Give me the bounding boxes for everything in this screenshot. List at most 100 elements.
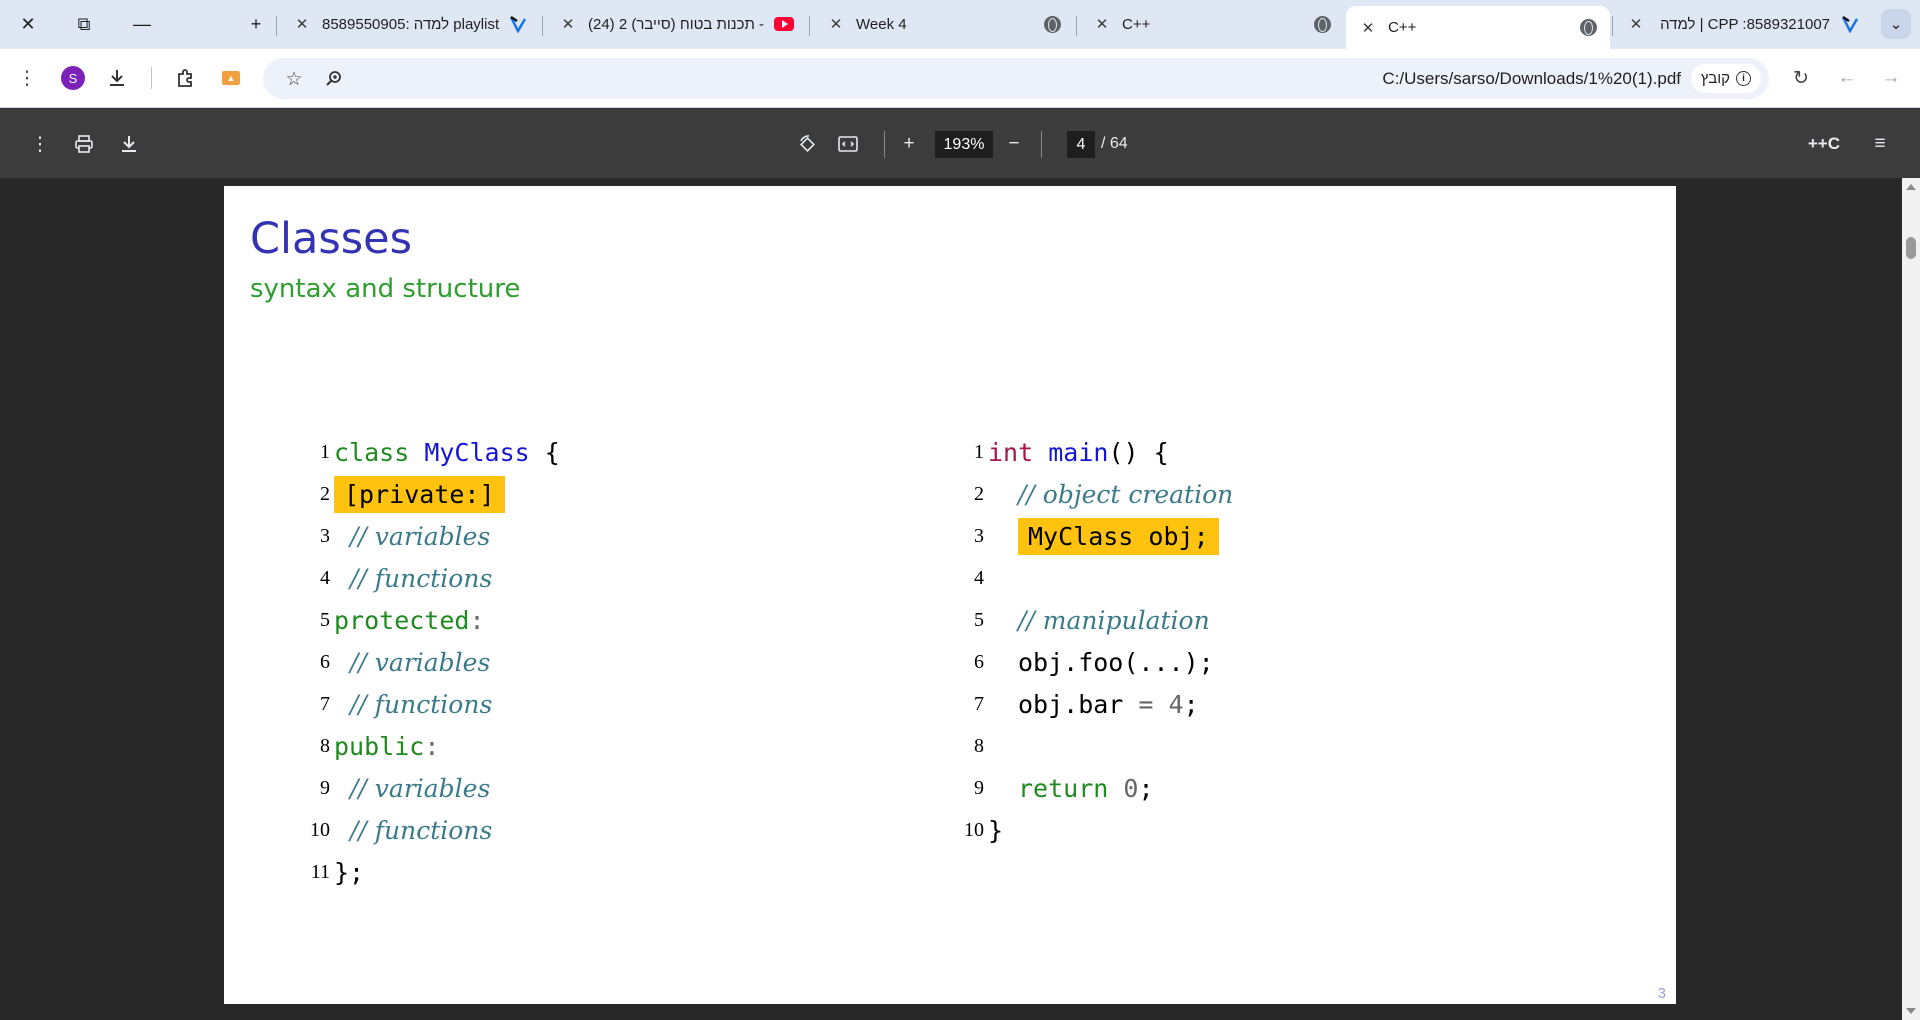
scroll-up-icon[interactable]: [1906, 184, 1916, 190]
code-comment: // functions: [350, 563, 493, 593]
pdf-toolbar: ⋮ + 193% − 4 / 64 ++C ≡: [0, 109, 1920, 178]
tab-separator: [276, 16, 277, 36]
vertical-scrollbar[interactable]: [1902, 178, 1920, 1020]
site-info-chip[interactable]: קובץ i: [1690, 64, 1761, 93]
close-icon[interactable]: ✕: [826, 15, 846, 33]
close-icon[interactable]: ✕: [1358, 19, 1378, 37]
line-number: 6: [974, 650, 984, 673]
keyword: public: [334, 731, 425, 761]
line-number: 7: [974, 692, 984, 715]
highlight-object-creation: MyClass obj;: [1018, 517, 1219, 555]
close-icon[interactable]: ✕: [1092, 15, 1112, 33]
line-number: 10: [310, 818, 330, 841]
line-number: 5: [974, 608, 984, 631]
line-number: 9: [320, 776, 330, 799]
line-number: 4: [974, 566, 984, 589]
plus-icon: +: [903, 133, 915, 154]
tab-separator: [809, 16, 810, 36]
code-block-main: 1 int main() { 2 // object creation 3 My…: [944, 432, 1504, 845]
globe-icon: [1578, 18, 1598, 38]
downloads-button[interactable]: [100, 61, 134, 95]
fit-page-button[interactable]: [830, 126, 866, 162]
code-block-class: 1 class MyClass { 2 [private:] 3 // vari…: [290, 432, 790, 887]
slide-page-number: 3: [1657, 985, 1666, 1002]
zoom-lens-button[interactable]: [317, 62, 351, 96]
code-token: obj.bar: [1018, 689, 1124, 719]
extension-icon: ▲: [222, 71, 240, 85]
line-number: 10: [964, 818, 984, 841]
pdf-download-button[interactable]: [111, 126, 147, 162]
line-number: 9: [974, 776, 984, 799]
tab-cpp[interactable]: ✕ C++: [1080, 6, 1344, 42]
toolbar-divider: [151, 67, 152, 89]
fit-icon: [838, 136, 858, 152]
zoom-level-input[interactable]: 193%: [935, 131, 993, 158]
tab-learn-playlist[interactable]: ✕ למדה :8589550905 playlist: [280, 6, 540, 42]
pdf-toolbar-divider: [1041, 131, 1042, 158]
tab-title: למדה :8589550905 playlist: [322, 15, 500, 33]
close-window-button[interactable]: ✕: [6, 6, 50, 42]
line-number: 5: [320, 608, 330, 631]
keyword: class: [334, 437, 410, 467]
code-token: =: [1123, 689, 1169, 719]
extensions-button[interactable]: [168, 61, 202, 95]
close-icon[interactable]: ✕: [292, 15, 312, 33]
back-button[interactable]: ←: [1830, 61, 1864, 95]
tab-week4[interactable]: ✕ Week 4: [814, 6, 1074, 42]
line-number: 3: [320, 524, 330, 547]
code-token: :: [469, 605, 485, 635]
scrollbar-thumb[interactable]: [1906, 237, 1916, 259]
code-token: ;: [1138, 773, 1154, 803]
forward-button[interactable]: →: [1874, 61, 1908, 95]
info-icon: i: [1736, 71, 1751, 86]
new-tab-button[interactable]: +: [234, 6, 278, 42]
kebab-icon: ⋮: [17, 67, 37, 89]
profile-button[interactable]: S: [56, 61, 90, 95]
more-options-button[interactable]: ⋮: [10, 61, 44, 95]
code-token: obj.foo(...);: [1018, 647, 1214, 677]
reload-button[interactable]: ↻: [1784, 61, 1818, 95]
line-number: 2: [320, 482, 330, 505]
tab-learn-cpp[interactable]: ✕ למדה | CPP :8589321007: [1614, 6, 1872, 42]
extension-button[interactable]: ▲: [214, 61, 248, 95]
line-number: 1: [320, 440, 330, 463]
globe-icon: [1042, 14, 1062, 34]
avatar: S: [61, 66, 85, 90]
code-comment: // variables: [350, 773, 491, 803]
tab-cpp-active[interactable]: ✕ C++: [1346, 6, 1610, 49]
address-bar[interactable]: ☆ C:/Users/sarso/Downloads/1%20(1).pdf ק…: [263, 58, 1769, 99]
scroll-down-icon[interactable]: [1906, 1008, 1916, 1014]
menu-icon: ≡: [1874, 133, 1886, 154]
tab-separator: [1076, 16, 1077, 36]
page-number-input[interactable]: 4: [1067, 131, 1095, 158]
outline-button[interactable]: ≡: [1862, 126, 1898, 162]
line-number: 8: [974, 734, 984, 757]
zoom-in-button[interactable]: +: [891, 126, 927, 162]
class-name: MyClass: [424, 437, 530, 467]
tab-title: C++: [1388, 19, 1417, 36]
print-icon: [75, 135, 93, 153]
close-icon[interactable]: ✕: [558, 15, 578, 33]
zoom-out-button[interactable]: −: [996, 126, 1032, 162]
code-token: };: [334, 857, 365, 887]
print-button[interactable]: [66, 126, 102, 162]
tab-youtube[interactable]: ✕ (24) תכנות בטוח (סייבר) 2 -: [546, 6, 806, 42]
number-literal: 4: [1168, 689, 1184, 719]
puzzle-icon: [178, 69, 192, 87]
code-comment: // manipulation: [1018, 605, 1210, 635]
minus-icon: −: [1008, 133, 1020, 154]
minimize-window-button[interactable]: —: [120, 6, 164, 42]
tab-strip: ✕ ⧉ — + ✕ למדה | CPP :8589321007 ✕ C++ ✕…: [0, 0, 1920, 49]
bookmark-button[interactable]: ☆: [277, 62, 311, 96]
slide-subtitle: syntax and structure: [250, 274, 521, 304]
close-icon[interactable]: ✕: [1626, 15, 1646, 33]
line-number: 3: [974, 524, 984, 547]
url-text[interactable]: C:/Users/sarso/Downloads/1%20(1).pdf: [1382, 69, 1681, 89]
rotate-button[interactable]: [790, 126, 826, 162]
pdf-viewport[interactable]: Classes syntax and structure 1 class MyC…: [0, 178, 1920, 1020]
tab-search-button[interactable]: ⌄: [1874, 6, 1918, 42]
restore-window-button[interactable]: ⧉: [62, 6, 106, 42]
pdf-more-button[interactable]: ⋮: [22, 126, 58, 162]
page-total: / 64: [1101, 135, 1128, 152]
document-title: ++C: [1807, 134, 1840, 153]
